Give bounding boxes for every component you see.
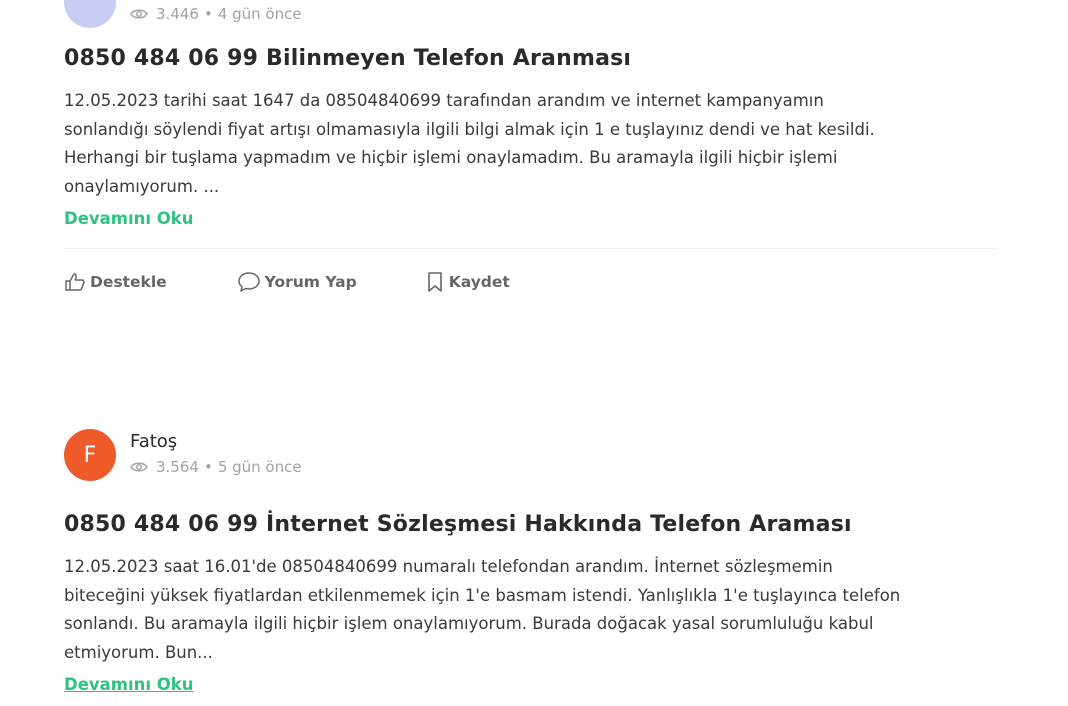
action-bar: Destekle Yorum Yap Kaydet — [64, 271, 998, 293]
author-meta: 3.446 • 4 gün önce — [130, 0, 302, 24]
complaint-title[interactable]: 0850 484 06 99 İnternet Sözleşmesi Hakkı… — [64, 511, 998, 539]
post-time: 5 gün önce — [217, 458, 302, 476]
eye-icon — [130, 462, 148, 472]
complaint-text-line: 12.05.2023 saat 16.01'de 08504840699 num… — [64, 557, 833, 576]
read-more-link[interactable]: Devamını Oku — [64, 209, 194, 228]
read-more-link[interactable]: Devamını Oku — [64, 675, 194, 694]
author-meta: Fatoş 3.564 • 5 gün önce — [130, 429, 302, 477]
author-name[interactable]: Fatoş — [130, 431, 302, 453]
support-button[interactable]: Destekle — [64, 272, 167, 292]
complaint-card-1-content: 0850 484 06 99 Bilinmeyen Telefon Aranma… — [64, 45, 998, 293]
bookmark-icon — [427, 272, 442, 292]
view-count: 3.446 — [156, 5, 199, 23]
divider — [64, 248, 998, 249]
post-stats: 3.446 • 4 gün önce — [130, 4, 302, 24]
view-count: 3.564 — [156, 458, 199, 476]
support-label: Destekle — [90, 273, 167, 291]
post-time: 4 gün önce — [217, 5, 302, 23]
separator-dot: • — [203, 458, 213, 476]
eye-icon — [130, 9, 148, 19]
complaint-card-1: 3.446 • 4 gün önce — [64, 0, 998, 28]
complaint-text-line: sonlandı. Bu aramayla ilgili hiçbir işle… — [64, 614, 874, 633]
complaint-text-line: sonlandığı söylendi fiyat artışı olmamas… — [64, 119, 875, 139]
save-button[interactable]: Kaydet — [425, 271, 510, 293]
avatar[interactable]: F — [64, 429, 116, 481]
complaint-card-2-content: 0850 484 06 99 İnternet Sözleşmesi Hakkı… — [64, 511, 998, 694]
complaint-text-line: Herhangi bir tuşlama yapmadım ve hiçbir … — [64, 148, 838, 167]
complaint-text: 12.05.2023 saat 16.01'de 08504840699 num… — [64, 553, 998, 667]
comment-label: Yorum Yap — [264, 273, 357, 291]
comment-icon — [237, 272, 260, 292]
complaint-text-line: 12.05.2023 tarihi saat 1647 da 085048406… — [64, 91, 824, 110]
comment-button[interactable]: Yorum Yap — [237, 271, 357, 293]
author-row: 3.446 • 4 gün önce — [64, 0, 998, 28]
avatar[interactable] — [64, 0, 116, 28]
complaint-title[interactable]: 0850 484 06 99 Bilinmeyen Telefon Aranma… — [64, 45, 998, 73]
complaint-text-line: onaylamıyorum. ... — [64, 176, 220, 196]
complaint-text-line: etmiyorum. Bun... — [64, 642, 213, 662]
separator-dot: • — [203, 5, 213, 23]
avatar-initial: F — [83, 442, 97, 468]
complaint-text-line: biteceğini yüksek fiyatlardan etkilenmem… — [64, 585, 901, 605]
post-stats: 3.564 • 5 gün önce — [130, 457, 302, 477]
complaint-text: 12.05.2023 tarihi saat 1647 da 085048406… — [64, 87, 998, 201]
complaint-card-2: F Fatoş 3.564 • 5 gün önce — [64, 429, 998, 481]
author-row: F Fatoş 3.564 • 5 gün önce — [64, 429, 998, 481]
thumbs-up-icon — [65, 273, 85, 291]
save-label: Kaydet — [448, 273, 510, 291]
